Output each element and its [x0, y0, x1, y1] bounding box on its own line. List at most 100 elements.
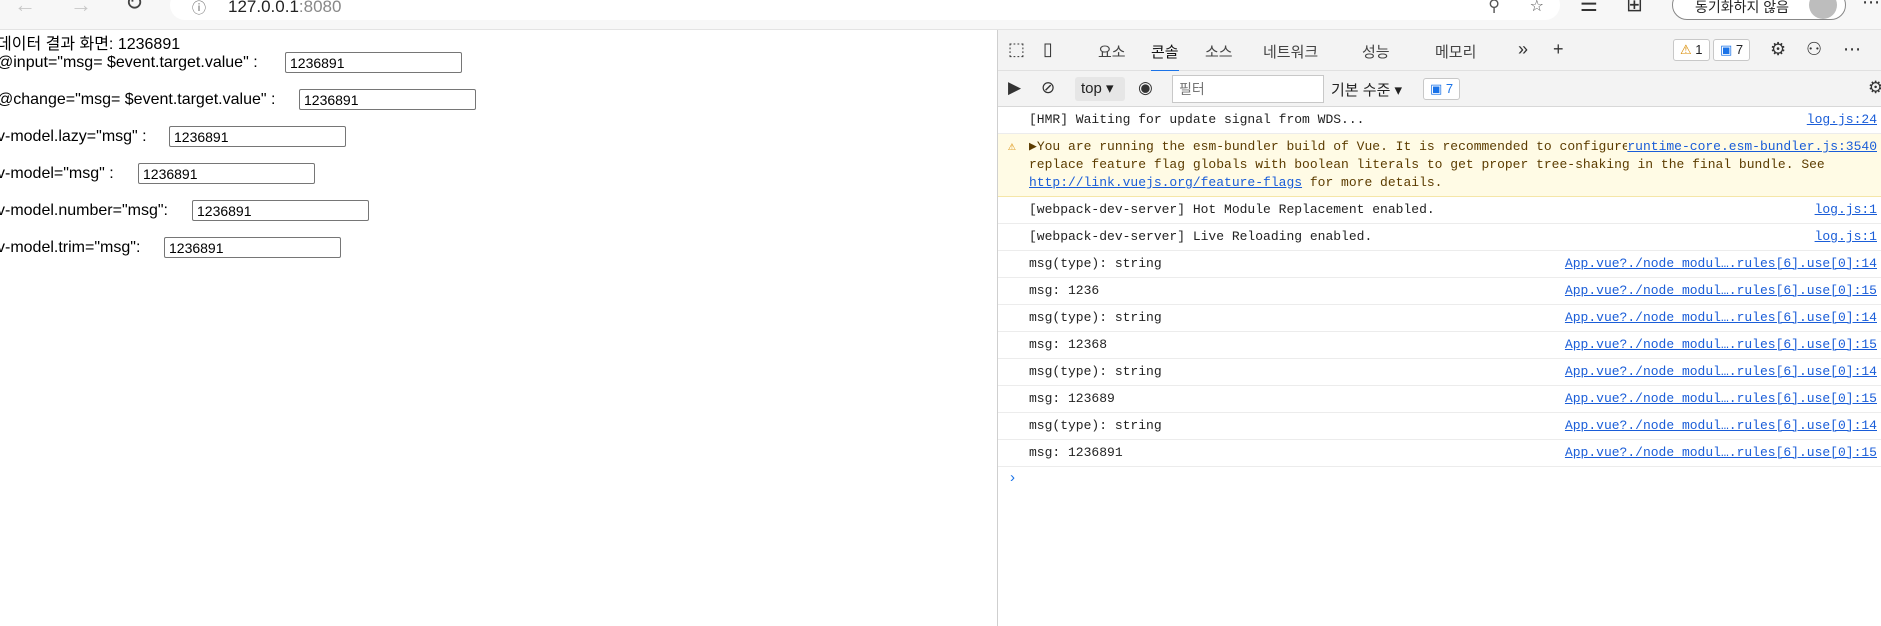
v-model-lazy-field[interactable] — [169, 126, 346, 147]
inspect-element-icon[interactable]: ⬚ — [1008, 39, 1025, 60]
issues-badge[interactable]: ▣ 7 — [1423, 78, 1461, 100]
console-log-row: msg: 12368 App.vue?./node_modul….rules[6… — [998, 332, 1881, 359]
console-log-row: msg(type): string App.vue?./node_modul….… — [998, 413, 1881, 440]
log-source-link[interactable]: App.vue?./node_modul….rules[6].use[0]:14 — [1565, 309, 1877, 327]
console-log-row: msg(type): string App.vue?./node_modul….… — [998, 359, 1881, 386]
url-text: 127.0.0.1:8080 — [228, 0, 341, 17]
feature-flags-link[interactable]: http://link.vuejs.org/feature-flags — [1029, 175, 1302, 190]
warning-source-link[interactable]: runtime-core.esm-bundler.js:3540 — [1627, 138, 1877, 156]
log-source-link[interactable]: App.vue?./node_modul….rules[6].use[0]:15 — [1565, 444, 1877, 462]
site-info-icon[interactable]: ⓘ — [192, 0, 206, 18]
warning-icon: ⚠ — [1008, 139, 1016, 154]
console-log-row: msg(type): string App.vue?./node_modul….… — [998, 305, 1881, 332]
add-favorite-icon[interactable]: ☆ — [1530, 0, 1544, 16]
more-tabs-icon[interactable]: » — [1518, 39, 1528, 60]
collections-icon[interactable]: ⊞ — [1626, 0, 1643, 17]
message-count: 7 — [1735, 42, 1744, 57]
settings-gear-icon[interactable]: ⚙ — [1770, 39, 1786, 60]
tab-performance[interactable]: 성능 — [1362, 41, 1390, 62]
row-label: @input="msg= $event.target.value" : — [0, 54, 258, 71]
expand-triangle-icon[interactable]: ▶ — [1029, 139, 1037, 154]
warning-icon: ⚠ — [1680, 42, 1692, 57]
log-text: [webpack-dev-server] Hot Module Replacem… — [1029, 202, 1435, 217]
url-host: 127.0.0.1 — [228, 0, 299, 16]
result-text: 데이터 결과 화면: 1236891 — [0, 36, 181, 53]
log-source-link[interactable]: log.js:24 — [1807, 111, 1877, 129]
v-model-trim-field[interactable] — [164, 237, 341, 258]
v-model-field[interactable] — [138, 163, 315, 184]
more-options-icon[interactable]: ⋯ — [1862, 0, 1880, 13]
favorites-icon[interactable]: ☰ — [1580, 0, 1598, 17]
input-event-field[interactable] — [285, 52, 462, 73]
log-source-link[interactable]: log.js:1 — [1815, 201, 1877, 219]
change-event-field[interactable] — [299, 89, 476, 110]
warning-count-badge[interactable]: ⚠ 1 — [1673, 39, 1710, 61]
add-tab-icon[interactable]: + — [1553, 39, 1564, 60]
row-label: v-model.number="msg": — [0, 202, 168, 219]
warning-text-part2: for more details. — [1302, 175, 1443, 190]
devtools-tab-bar: ⬚ ▯ 요소 콘솔 소스 네트워크 성능 메모리 » + ⚠ 1 ▣ 7 ⚙ ⚇… — [998, 30, 1881, 72]
console-toolbar: ▶ ⊘ top ▾ ◉ 기본 수준 ▾ ▣ 7 ⚙ — [998, 71, 1881, 107]
log-source-link[interactable]: App.vue?./node_modul….rules[6].use[0]:15 — [1565, 390, 1877, 408]
log-text: msg: 123689 — [1029, 391, 1115, 406]
message-icon: ▣ — [1720, 42, 1733, 57]
log-source-link[interactable]: App.vue?./node_modul….rules[6].use[0]:14 — [1565, 363, 1877, 381]
sync-status-label: 동기화하지 않음 — [1695, 0, 1790, 15]
console-settings-icon[interactable]: ⚙ — [1868, 78, 1881, 98]
log-text: msg: 1236 — [1029, 283, 1100, 298]
console-warning-row: ⚠ runtime-core.esm-bundler.js:3540 ▶You … — [998, 134, 1881, 197]
log-text: msg(type): string — [1029, 364, 1162, 379]
console-log-row: [webpack-dev-server] Live Reloading enab… — [998, 224, 1881, 251]
log-text: msg(type): string — [1029, 256, 1162, 271]
console-output: [HMR] Waiting for update signal from WDS… — [998, 107, 1881, 491]
clear-console-icon[interactable]: ⊘ — [1041, 78, 1055, 98]
profile-sync-button[interactable]: 동기화하지 않음 — [1672, 0, 1846, 20]
back-arrow-icon[interactable]: ← — [14, 0, 36, 18]
issues-count: 7 — [1445, 81, 1454, 96]
log-text: msg: 1236891 — [1029, 445, 1123, 460]
message-icon: ▣ — [1430, 81, 1443, 96]
log-source-link[interactable]: App.vue?./node_modul….rules[6].use[0]:15 — [1565, 336, 1877, 354]
log-levels-dropdown[interactable]: 기본 수준 ▾ — [1331, 79, 1402, 100]
row-label: v-model.trim="msg": — [0, 239, 141, 256]
console-log-row: msg(type): string App.vue?./node_modul….… — [998, 251, 1881, 278]
reload-icon[interactable]: ↻ — [125, 0, 143, 16]
tab-console[interactable]: 콘솔 — [1151, 41, 1179, 72]
address-bar[interactable]: ⓘ 127.0.0.1:8080 ⚲ ☆ — [170, 0, 1560, 20]
console-log-row: [webpack-dev-server] Hot Module Replacem… — [998, 197, 1881, 224]
log-source-link[interactable]: App.vue?./node_modul….rules[6].use[0]:14 — [1565, 255, 1877, 273]
log-source-link[interactable]: App.vue?./node_modul….rules[6].use[0]:15 — [1565, 282, 1877, 300]
console-log-row: msg: 123689 App.vue?./node_modul….rules[… — [998, 386, 1881, 413]
context-selector[interactable]: top ▾ — [1075, 77, 1125, 101]
message-count-badge[interactable]: ▣ 7 — [1713, 39, 1751, 61]
live-expression-eye-icon[interactable]: ◉ — [1138, 78, 1153, 98]
row-label: v-model="msg" : — [0, 165, 114, 182]
log-text: [HMR] Waiting for update signal from WDS… — [1029, 112, 1365, 127]
forward-arrow-icon[interactable]: → — [70, 0, 92, 18]
tab-network[interactable]: 네트워크 — [1263, 41, 1318, 62]
levels-label: 기본 수준 — [1331, 82, 1391, 99]
log-text: msg(type): string — [1029, 310, 1162, 325]
log-text: [webpack-dev-server] Live Reloading enab… — [1029, 229, 1373, 244]
tab-sources[interactable]: 소스 — [1205, 41, 1233, 62]
log-source-link[interactable]: log.js:1 — [1815, 228, 1877, 246]
tab-memory[interactable]: 메모리 — [1435, 41, 1476, 62]
console-log-row: [HMR] Waiting for update signal from WDS… — [998, 107, 1881, 134]
console-prompt-row[interactable]: › — [998, 467, 1881, 491]
customize-icon[interactable]: ⚇ — [1806, 39, 1822, 60]
tab-elements[interactable]: 요소 — [1098, 41, 1126, 62]
devtools-panel: ⬚ ▯ 요소 콘솔 소스 네트워크 성능 메모리 » + ⚠ 1 ▣ 7 ⚙ ⚇… — [997, 30, 1881, 626]
log-text: msg: 12368 — [1029, 337, 1108, 352]
row-label: @change="msg= $event.target.value" : — [0, 91, 276, 108]
warning-count: 1 — [1695, 42, 1703, 57]
console-log-row: msg: 1236 App.vue?./node_modul….rules[6]… — [998, 278, 1881, 305]
zoom-icon[interactable]: ⚲ — [1488, 0, 1500, 16]
device-emulation-icon[interactable]: ▯ — [1043, 39, 1053, 60]
page-content: 데이터 결과 화면: 1236891 @input="msg= $event.t… — [0, 30, 997, 626]
console-log-row: msg: 1236891 App.vue?./node_modul….rules… — [998, 440, 1881, 467]
more-options-icon[interactable]: ⋯ — [1843, 39, 1861, 60]
sidebar-toggle-icon[interactable]: ▶ — [1008, 78, 1021, 98]
log-source-link[interactable]: App.vue?./node_modul….rules[6].use[0]:14 — [1565, 417, 1877, 435]
console-filter-input[interactable] — [1172, 75, 1324, 103]
v-model-number-field[interactable] — [192, 200, 369, 221]
